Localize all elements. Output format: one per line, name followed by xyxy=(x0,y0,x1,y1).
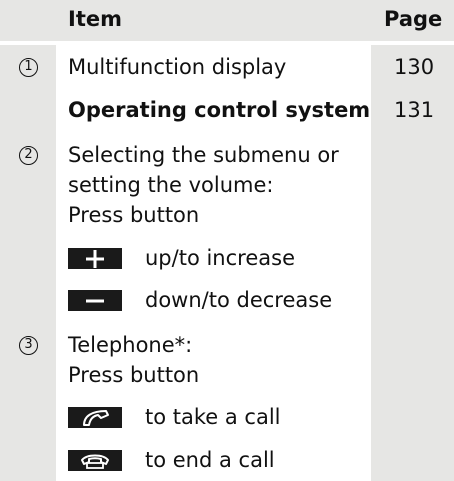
item-line: Press button xyxy=(68,363,200,387)
reference-table: Item Page 1 Multifunction display 130 Op… xyxy=(0,0,454,481)
header-page: Page xyxy=(384,7,443,31)
end-call-label: to end a call xyxy=(145,448,275,472)
decrease-label: down/to decrease xyxy=(145,288,333,312)
item-line: Selecting the submenu or xyxy=(68,143,339,167)
callout-number-3: 3 xyxy=(19,336,38,355)
callout-number-2: 2 xyxy=(19,146,38,165)
plus-icon xyxy=(68,248,122,269)
increase-label: up/to increase xyxy=(145,246,295,270)
phone-hangup-icon xyxy=(68,450,122,471)
page-number: 131 xyxy=(394,98,435,122)
minus-icon xyxy=(68,290,122,311)
page-number: 130 xyxy=(394,55,435,79)
item-line: Telephone*: xyxy=(68,333,193,357)
header-item: Item xyxy=(68,7,122,31)
item-line: setting the volume: xyxy=(68,173,274,197)
take-call-label: to take a call xyxy=(145,405,281,429)
item-operating-control-system: Operating control system xyxy=(68,98,371,122)
header-divider xyxy=(0,41,454,45)
callout-number-1: 1 xyxy=(19,58,38,77)
phone-pickup-icon xyxy=(68,407,122,428)
item-line: Press button xyxy=(68,203,200,227)
item-multifunction-display: Multifunction display xyxy=(68,55,287,79)
